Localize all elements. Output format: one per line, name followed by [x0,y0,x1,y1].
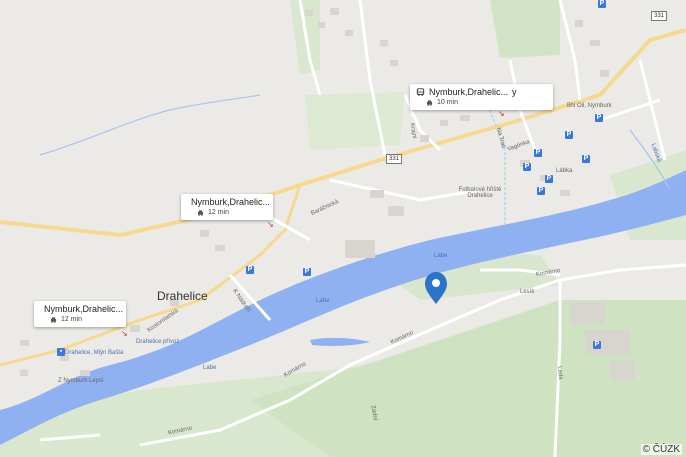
popup-duration: 10 min [437,99,459,106]
parking-icon[interactable]: P [534,149,542,157]
map-copyright[interactable]: © ČÚZK [640,444,682,455]
parking-icon[interactable]: P [246,266,254,274]
transit-popup[interactable]: Nymburk,Drahelic... 12 min [34,301,126,327]
parking-icon[interactable]: P [593,341,601,349]
river-label-3: Labe [203,365,217,371]
parking-icon[interactable]: P [565,131,573,139]
street-label-lada: Lada [556,366,564,380]
pointer-arrow-icon: ↘ [498,109,505,118]
bus-stop-icon[interactable]: ▪ [57,348,65,356]
parking-icon[interactable]: P [598,0,606,8]
popup-title: Nymburk,Drahelic... [191,197,271,207]
poi-fotbalove-hriste[interactable]: Fotbalové hřiště Drahelice [455,187,505,199]
parking-icon[interactable]: P [545,175,553,183]
pointer-arrow-icon: ↘ [267,220,274,229]
popup-duration: 12 min [208,209,230,216]
transit-popup[interactable]: Nymburk,Drahelic... 12 min [181,194,273,220]
popup-title: Nymburk,Drahelic... [429,87,509,97]
parking-icon[interactable]: P [582,155,590,163]
parking-icon[interactable]: P [537,187,545,195]
transit-popup[interactable]: Nymburk,Drahelic... y 10 min [410,84,553,110]
bus-icon [416,88,425,96]
poi-nymburk-lepsi: Z Nymburk Lepsí [58,378,104,384]
car-icon [197,209,204,216]
pointer-arrow-icon: ↘ [121,329,128,338]
car-icon [426,99,433,106]
parking-icon[interactable]: P [303,268,311,276]
popup-duration: 12 min [61,316,83,323]
town-label: Drahelice [157,289,208,303]
poi-bn-oil[interactable]: BN Oil, Nymburk [567,103,612,109]
river-label: Labe [434,253,448,259]
street-label-libka: Lábka [556,168,573,174]
car-icon [50,316,57,323]
road-number-badge: 331 [386,154,403,164]
poi-drahelice-mlyn[interactable]: Drahelice, Mlýn Bašta [65,350,123,356]
poi-drahelice-prevoz[interactable]: Drahelice přívoz [136,339,179,345]
road-number-badge-2: 331 [651,11,668,21]
parking-icon[interactable]: P [595,114,603,122]
popup-title-extra: y [512,87,517,97]
poi-lesik: Lesík [520,289,535,295]
river-label-2: Labe [316,298,330,304]
map-canvas[interactable] [0,0,686,457]
parking-icon[interactable]: P [523,163,531,171]
popup-title: Nymburk,Drahelic... [44,304,124,314]
